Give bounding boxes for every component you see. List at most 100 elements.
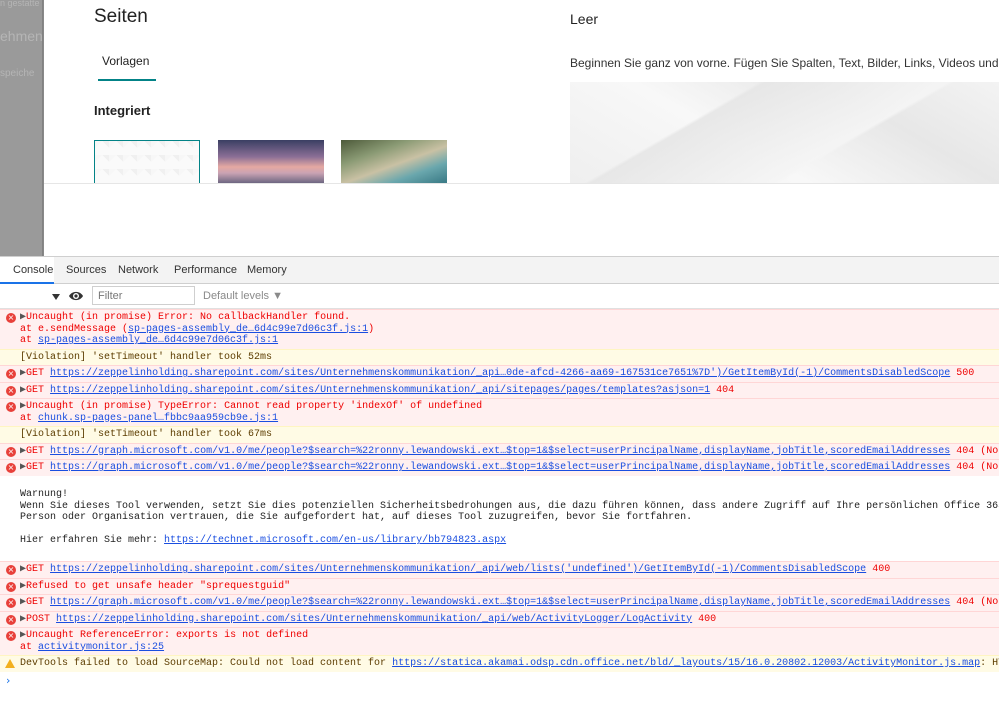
source-link[interactable]: https://zeppelinholding.sharepoint.com/s…	[50, 368, 950, 379]
console-message-error[interactable]: × ▶Uncaught (in promise) Error: No callba…	[0, 309, 999, 349]
console-message-error[interactable]: × ▶GET https://zeppelinholding.sharepoint…	[0, 381, 999, 398]
console-message-log[interactable]: Warnung! Wenn Sie dieses Tool verwenden, …	[0, 475, 999, 561]
devtools-tabbar: Console Sources Network Performance Memo…	[0, 256, 999, 284]
console-line: Person oder Organisation vertrauen, die …	[20, 512, 692, 524]
context-selector[interactable]	[0, 287, 62, 305]
console-line: Warnung!	[20, 489, 68, 501]
message-text: [Violation] 'setTimeout' handler took 67…	[20, 429, 273, 440]
pages-panel: Seiten Vorlagen Integriert Leer Beginnen…	[44, 0, 999, 183]
console-output: × ▶Uncaught (in promise) Error: No callba…	[0, 309, 999, 702]
source-link[interactable]: https://technet.microsoft.com/en-us/libr…	[164, 535, 506, 546]
eye-icon[interactable]	[68, 290, 84, 302]
source-link[interactable]: sp-pages-assembly_de…6d4c99e7d06c3f.js:1	[38, 335, 278, 346]
message-text: 400	[866, 564, 891, 575]
error-icon: ×	[6, 446, 16, 457]
console-line: ▶Uncaught (in promise) TypeError: Cannot…	[20, 401, 482, 413]
console-message-error[interactable]: × ▶GET https://graph.microsoft.com/v1.0/m…	[0, 459, 999, 476]
message-text: at	[20, 335, 39, 346]
message-text: Uncaught ReferenceError: exports is not …	[26, 630, 309, 641]
message-text: POST	[26, 613, 57, 625]
source-link[interactable]: sp-pages-assembly_de…6d4c99e7d06c3f.js:1	[128, 324, 368, 335]
console-line: ▶Uncaught ReferenceError: exports is not…	[20, 630, 308, 642]
message-text: Warnung!	[20, 489, 69, 500]
panel-title: Seiten	[94, 6, 148, 27]
background-text: n gestatte	[0, 0, 40, 8]
message-text: Wenn Sie dieses Tool verwenden, setzt Si…	[20, 500, 999, 512]
error-icon: ×	[6, 385, 16, 396]
error-icon: ×	[6, 614, 16, 625]
error-icon: ×	[6, 631, 16, 641]
console-line: at sp-pages-assembly_de…6d4c99e7d06c3f.j…	[20, 335, 278, 347]
message-text: [Violation] 'setTimeout' handler took 52…	[20, 351, 273, 363]
message-text: at e.sendMessage (	[20, 323, 129, 335]
console-message-error[interactable]: × ▶GET https://zeppelinholding.sharepoint…	[0, 561, 999, 578]
error-icon: ×	[6, 313, 16, 323]
section-heading: Integriert	[94, 103, 151, 118]
console-message-violation[interactable]: [Violation] 'setTimeout' handler took 52…	[0, 348, 999, 365]
message-text: Refused to get unsafe header "sprequestg…	[26, 580, 291, 592]
source-link[interactable]: https://zeppelinholding.sharepoint.com/s…	[50, 564, 866, 575]
dropdown-arrow-icon	[52, 294, 60, 300]
sharepoint-area: n gestatte ehmen speiche Seiten Vorlagen…	[0, 0, 999, 256]
dimmed-background-page: n gestatte ehmen speiche	[0, 0, 44, 256]
tab-templates[interactable]: Vorlagen	[102, 54, 149, 68]
panel-footer	[44, 183, 999, 256]
source-link[interactable]: https://graph.microsoft.com/v1.0/me/peop…	[50, 462, 950, 473]
background-text: ehmen	[0, 28, 43, 44]
console-line: [Violation] 'setTimeout' handler took 67…	[20, 429, 272, 441]
tab-performance[interactable]: Performance	[174, 264, 237, 276]
message-text: 500	[950, 368, 975, 379]
console-line: at chunk.sp-pages-panel…fbbc9aa959cb9e.j…	[20, 413, 278, 425]
message-text: Hier erfahren Sie mehr:	[20, 535, 165, 546]
template-thumbnail-beach[interactable]	[341, 140, 447, 183]
message-text: GET	[26, 368, 51, 379]
console-message-error[interactable]: × ▶Uncaught (in promise) TypeError: Canno…	[0, 398, 999, 426]
console-message-violation[interactable]: [Violation] 'setTimeout' handler took 67…	[0, 426, 999, 443]
message-text: : HTTP error:	[980, 658, 999, 669]
source-link[interactable]: https://statica.akamai.odsp.cdn.office.n…	[392, 658, 980, 669]
message-text: Uncaught (in promise) TypeError: Cannot …	[26, 401, 483, 412]
filter-input[interactable]	[92, 286, 195, 305]
console-line: Hier erfahren Sie mehr: https://technet.…	[20, 535, 506, 547]
source-link[interactable]: https://graph.microsoft.com/v1.0/me/peop…	[50, 597, 950, 608]
tab-network[interactable]: Network	[118, 264, 158, 276]
console-line: ▶GET https://graph.microsoft.com/v1.0/me…	[20, 597, 999, 609]
log-levels-dropdown[interactable]: Default levels ▼	[203, 290, 283, 302]
console-message-error[interactable]: × ▶Refused to get unsafe header "spreques…	[0, 577, 999, 594]
preview-image	[570, 82, 999, 183]
template-thumbnail-blank[interactable]	[94, 140, 200, 183]
warning-icon	[5, 659, 15, 668]
background-text: speiche	[0, 68, 35, 79]
error-icon: ×	[6, 402, 16, 412]
message-text: GET	[26, 384, 51, 396]
console-message-error[interactable]: × ▶GET https://graph.microsoft.com/v1.0/m…	[0, 442, 999, 459]
console-prompt[interactable]: ›	[6, 674, 10, 687]
console-message-error[interactable]: × ▶Uncaught ReferenceError: exports is no…	[0, 627, 999, 655]
console-message-warning[interactable]: DevTools failed to load SourceMap: Could…	[0, 655, 999, 672]
console-message-error[interactable]: × ▶GET https://graph.microsoft.com/v1.0/m…	[0, 594, 999, 611]
error-icon: ×	[6, 463, 16, 473]
tab-memory[interactable]: Memory	[247, 264, 287, 276]
console-toolbar: Default levels ▼	[0, 284, 999, 309]
template-thumbnail-mountain[interactable]	[218, 140, 324, 183]
tab-active-indicator	[98, 79, 156, 81]
message-text: DevTools failed to load SourceMap: Could…	[20, 658, 393, 669]
console-line: ▶GET https://zeppelinholding.sharepoint.…	[20, 564, 890, 576]
console-message-error[interactable]: × ▶POST https://zeppelinholding.sharepoin…	[0, 610, 999, 627]
console-line: DevTools failed to load SourceMap: Could…	[20, 658, 999, 670]
source-link[interactable]: activitymonitor.js:25	[38, 642, 164, 653]
message-text: Uncaught (in promise) Error: No callback…	[26, 312, 351, 323]
tab-sources[interactable]: Sources	[66, 264, 106, 276]
source-link[interactable]: chunk.sp-pages-panel…fbbc9aa959cb9e.js:1	[38, 413, 278, 424]
source-link[interactable]: https://graph.microsoft.com/v1.0/me/peop…	[50, 446, 950, 457]
message-text: 404	[710, 384, 735, 396]
source-link[interactable]: https://zeppelinholding.sharepoint.com/s…	[56, 614, 692, 625]
message-text: at	[20, 641, 39, 653]
tab-console[interactable]: Console	[0, 257, 54, 284]
error-icon: ×	[6, 565, 16, 575]
console-message-error[interactable]: × ▶GET https://zeppelinholding.sharepoint…	[0, 365, 999, 382]
console-line: at activitymonitor.js:25	[20, 642, 164, 654]
message-text: GET	[26, 462, 51, 473]
source-link[interactable]: https://zeppelinholding.sharepoint.com/s…	[50, 385, 710, 396]
console-line: ▶GET https://zeppelinholding.sharepoint.…	[20, 385, 734, 397]
